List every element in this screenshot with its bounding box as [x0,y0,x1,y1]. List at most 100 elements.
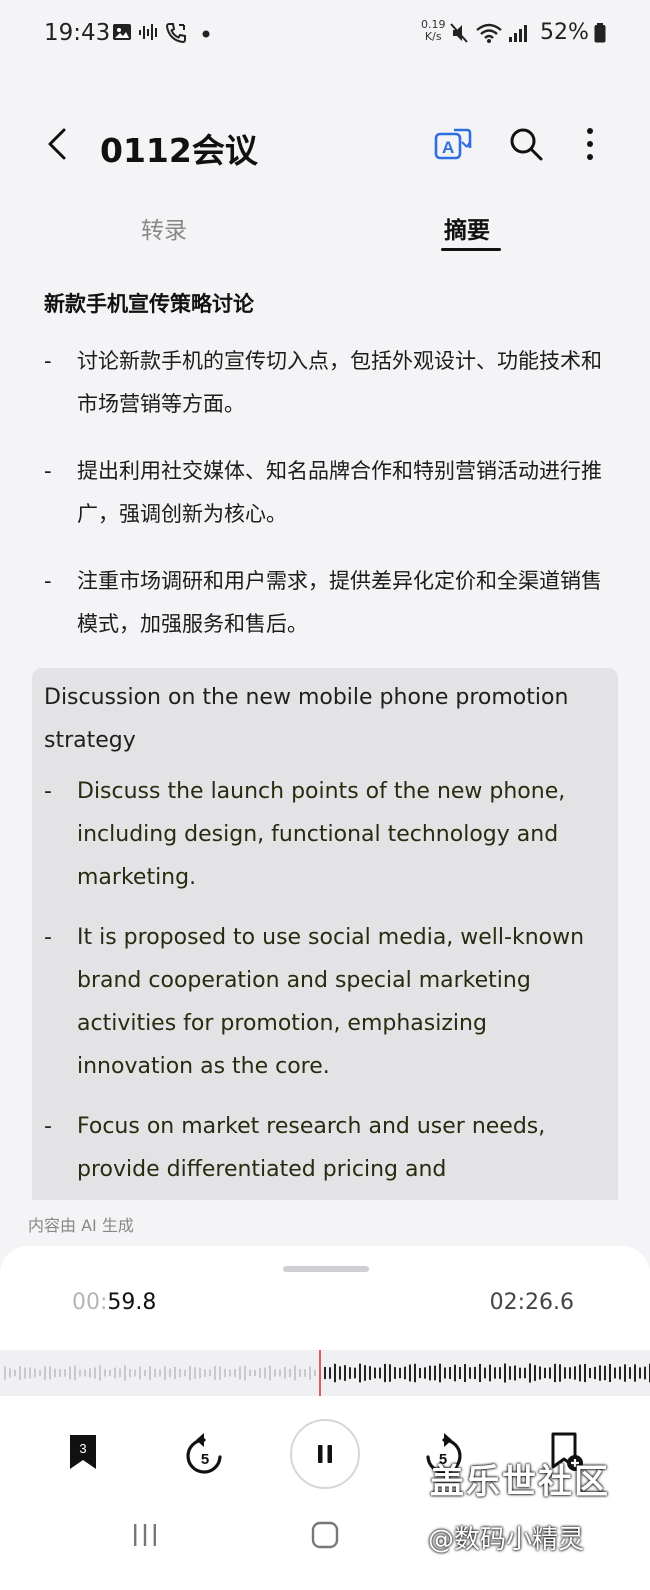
waveform-bar [89,1368,91,1378]
bullet-dash: - [44,569,52,593]
waveform-bar [579,1364,581,1382]
more-options-icon[interactable] [578,124,602,164]
waveform-bar [519,1367,521,1379]
waveform-bar [604,1365,606,1381]
waveform-bar [159,1369,161,1377]
waveform-bar [399,1367,401,1379]
bullet-dash: - [44,459,52,483]
mute-icon [450,23,468,43]
waveform-bar [139,1366,141,1380]
translation-box[interactable]: Discussion on the new mobile phone promo… [32,668,618,1200]
waveform-bar [374,1367,376,1379]
translation-bullet-text: Discuss the launch points of the new pho… [77,779,566,890]
recents-icon[interactable] [130,1520,160,1550]
waveform-bar [384,1363,386,1383]
waveform-bar [294,1365,296,1381]
status-time: 19:43 [44,20,111,46]
waveform-bar [444,1367,446,1379]
network-speed: 0.19 K/s [421,19,446,43]
waveform-bar [34,1368,36,1378]
waveform-bar [99,1365,101,1381]
waveform-bar [329,1367,331,1379]
home-icon[interactable] [310,1520,340,1550]
waveform-scrubber[interactable] [0,1350,650,1396]
waveform-bar [314,1369,316,1377]
summary-bullet-text: 提出利用社交媒体、知名品牌合作和特别营销活动进行推广，强调创新为核心。 [77,459,602,526]
tab-transcript[interactable]: 转录 [141,211,187,245]
rewind-5-icon[interactable]: 5 [182,1427,228,1477]
waveform-bar [629,1367,631,1379]
pause-button[interactable] [290,1419,360,1489]
waveform-bar [349,1367,351,1379]
search-icon[interactable] [508,126,544,162]
waveform-bar [104,1369,106,1377]
bullet-dash: - [44,349,52,373]
waveform-bar [4,1366,6,1380]
summary-bullet-text: 讨论新款手机的宣传切入点，包括外观设计、功能技术和市场营销等方面。 [77,349,602,416]
summary-bullet: - 注重市场调研和用户需求，提供差异化定价和全渠道销售模式，加强服务和售后。 [44,560,614,646]
waveform-bar [54,1368,56,1378]
waveform-bar [229,1369,231,1377]
waveform-bar [289,1368,291,1378]
waveform-bar [49,1366,51,1380]
bookmark-count: 3 [79,1441,86,1456]
waveform-bar [44,1366,46,1380]
waveform-bar [299,1369,301,1377]
waveform-bar [29,1367,31,1379]
waveform-bar [254,1369,256,1377]
summary-bullet: - 讨论新款手机的宣传切入点，包括外观设计、功能技术和市场营销等方面。 [44,340,614,426]
waveform-bar [174,1366,176,1380]
waveform-bar [239,1366,241,1380]
waveform-bar [544,1367,546,1379]
waveform-bar [354,1367,356,1379]
waveform-bar [379,1367,381,1379]
waveform-bar [114,1367,116,1379]
waveform-bar [24,1367,26,1379]
bookmark-icon[interactable]: 3 [68,1433,98,1471]
voice-recorder-icon [139,24,157,40]
active-tab-indicator [441,248,501,251]
waveform-bar [409,1364,411,1382]
waveform-bar [509,1366,511,1380]
waveform-bar [84,1369,86,1377]
network-speed-unit: K/s [424,30,442,43]
waveform-bar [264,1367,266,1379]
notification-dot-icon [202,30,210,38]
waveform-bar [454,1364,456,1382]
waveform-bar [494,1367,496,1379]
waveform-bar [584,1363,586,1383]
waveform-bar [474,1366,476,1380]
translate-icon[interactable]: A [434,126,472,164]
waveform-bar [284,1367,286,1379]
battery-percent: 52% [540,20,589,45]
tab-summary[interactable]: 摘要 [444,211,490,245]
waveform-bar [614,1367,616,1379]
waveform-bar [59,1369,61,1377]
playhead[interactable] [319,1350,321,1396]
summary-bullet-text: 注重市场调研和用户需求，提供差异化定价和全渠道销售模式，加强服务和售后。 [77,569,602,636]
summary-bullet: - 提出利用社交媒体、知名品牌合作和特别营销活动进行推广，强调创新为核心。 [44,450,614,536]
translation-title: Discussion on the new mobile phone promo… [44,685,569,753]
waveform-bar [14,1369,16,1377]
back-icon[interactable] [40,124,80,164]
waveform-bar [644,1366,646,1380]
waveform-bar [249,1369,251,1377]
waveform-bar [219,1366,221,1380]
waveform-bar [424,1367,426,1379]
waveform-bar [144,1369,146,1377]
waveform-bar [459,1366,461,1380]
waveform-bar [404,1366,406,1380]
waveform-bar [539,1366,541,1380]
translation-bullet-text: Focus on market research and user needs,… [77,1114,546,1182]
waveform-bar [244,1365,246,1381]
bullet-dash: - [44,925,52,950]
waveform-bar [389,1364,391,1382]
drag-handle[interactable] [283,1266,369,1272]
waveform-bar [529,1363,531,1383]
summary-bullet-list: - 讨论新款手机的宣传切入点，包括外观设计、功能技术和市场营销等方面。 - 提出… [44,340,614,670]
watermark: 盖乐世社区 @数码小精灵 [428,1454,640,1556]
waveform-bar [274,1369,276,1377]
waveform-bar [209,1369,211,1377]
waveform-bar [534,1365,536,1381]
waveform-bar [419,1367,421,1379]
